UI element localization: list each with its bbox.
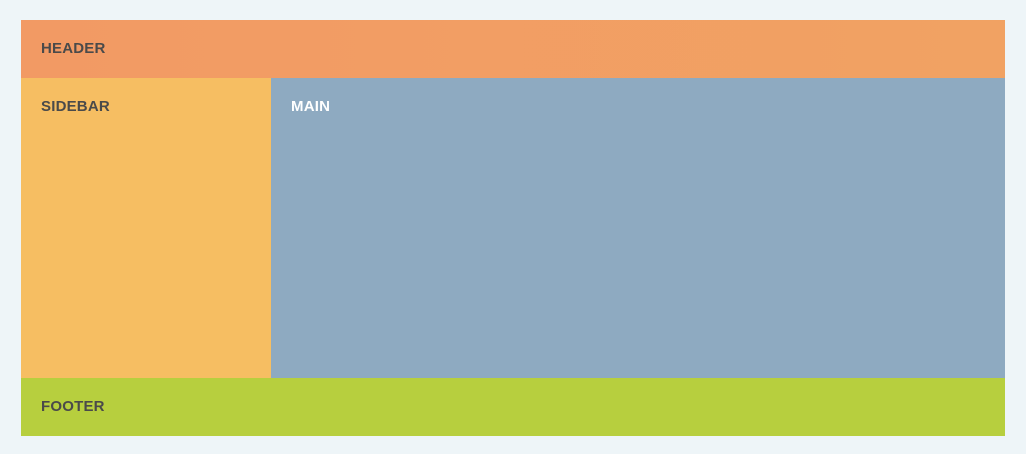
footer-label: FOOTER — [41, 398, 105, 415]
sidebar-region: SIDEBAR — [21, 78, 271, 378]
header-label: HEADER — [41, 40, 106, 57]
sidebar-label: SIDEBAR — [41, 98, 110, 115]
page-layout: HEADER SIDEBAR MAIN FOOTER — [21, 20, 1005, 436]
footer-region: FOOTER — [21, 378, 1005, 436]
main-label: MAIN — [291, 98, 331, 115]
header-region: HEADER — [21, 20, 1005, 78]
main-region: MAIN — [271, 78, 1005, 378]
